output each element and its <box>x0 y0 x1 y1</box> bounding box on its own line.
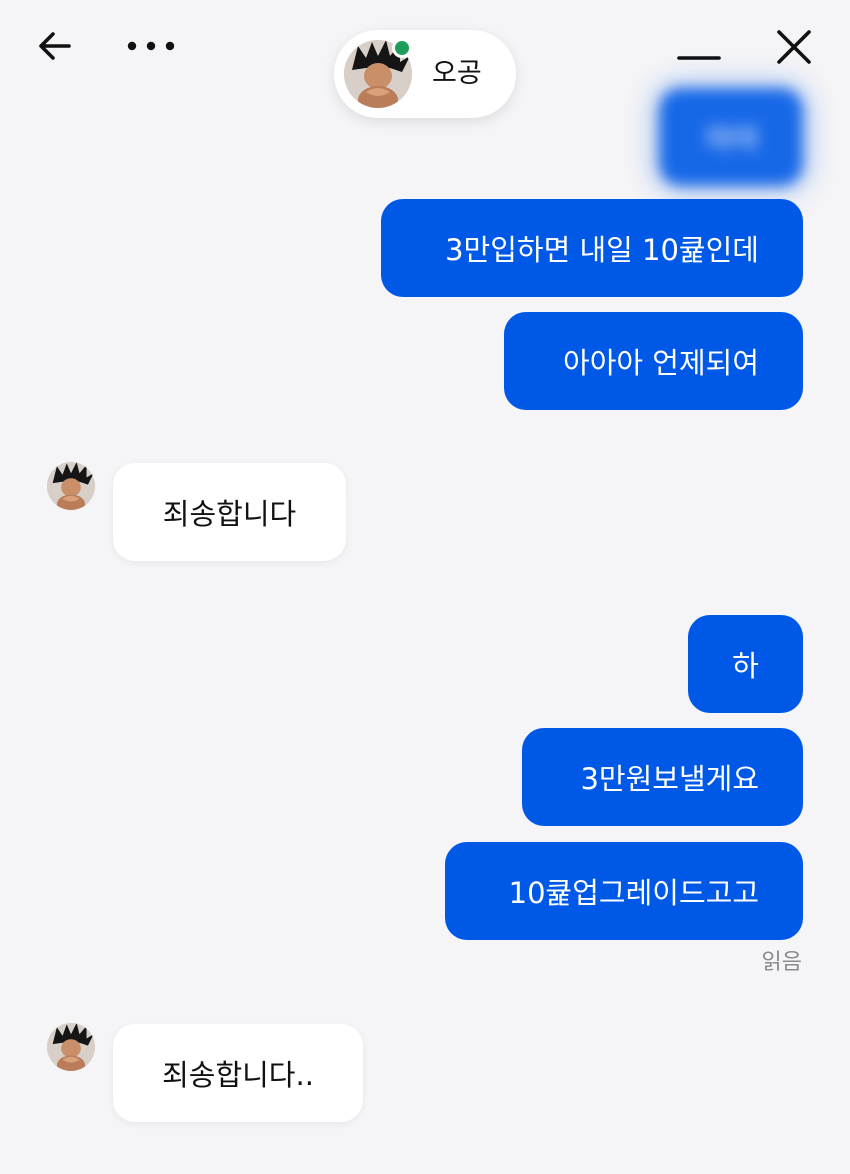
contact-name: 오공 <box>432 58 482 89</box>
arrow-left-icon <box>39 32 71 60</box>
close-button[interactable] <box>768 22 820 72</box>
message-text: 아아아 언제되여 <box>563 346 759 380</box>
online-status-indicator <box>392 38 412 58</box>
message-bubble-received[interactable]: 죄송합니다 <box>113 463 346 561</box>
message-text: 아아 <box>705 122 759 156</box>
message-bubble-sent[interactable]: 3만입하면 내일 10큝인데 <box>381 199 803 297</box>
message-text: 죄송합니다.. <box>162 1058 314 1092</box>
more-horizontal-icon <box>127 41 175 51</box>
message-text: 3만입하면 내일 10큝인데 <box>445 233 759 267</box>
message-text: 죄송합니다 <box>162 497 297 531</box>
message-bubble-sent[interactable]: 10큝업그레이드고고 <box>445 842 803 940</box>
chat-header: 오공 <box>0 0 850 118</box>
back-button[interactable] <box>30 24 80 68</box>
message-bubble-sent[interactable]: 3만원보낼게요 <box>522 728 803 826</box>
message-bubble-sent[interactable]: 하 <box>688 615 803 713</box>
message-text: 3만원보낼게요 <box>580 762 759 796</box>
message-bubble-sent[interactable]: 아아아 언제되여 <box>504 312 803 410</box>
minimize-button[interactable] <box>672 38 726 78</box>
avatar[interactable] <box>47 1023 95 1071</box>
close-icon <box>777 30 811 64</box>
message-bubble-received[interactable]: 죄송합니다.. <box>113 1024 363 1122</box>
avatar[interactable] <box>47 462 95 510</box>
contact-profile-pill[interactable]: 오공 <box>334 30 516 118</box>
minimize-icon <box>677 56 721 60</box>
more-options-button[interactable] <box>122 26 180 66</box>
message-text: 하 <box>732 649 759 683</box>
message-text: 10큝업그레이드고고 <box>508 876 759 910</box>
message-bubble-sent[interactable]: 아아 <box>659 88 803 186</box>
read-receipt: 읽음 <box>761 950 802 975</box>
